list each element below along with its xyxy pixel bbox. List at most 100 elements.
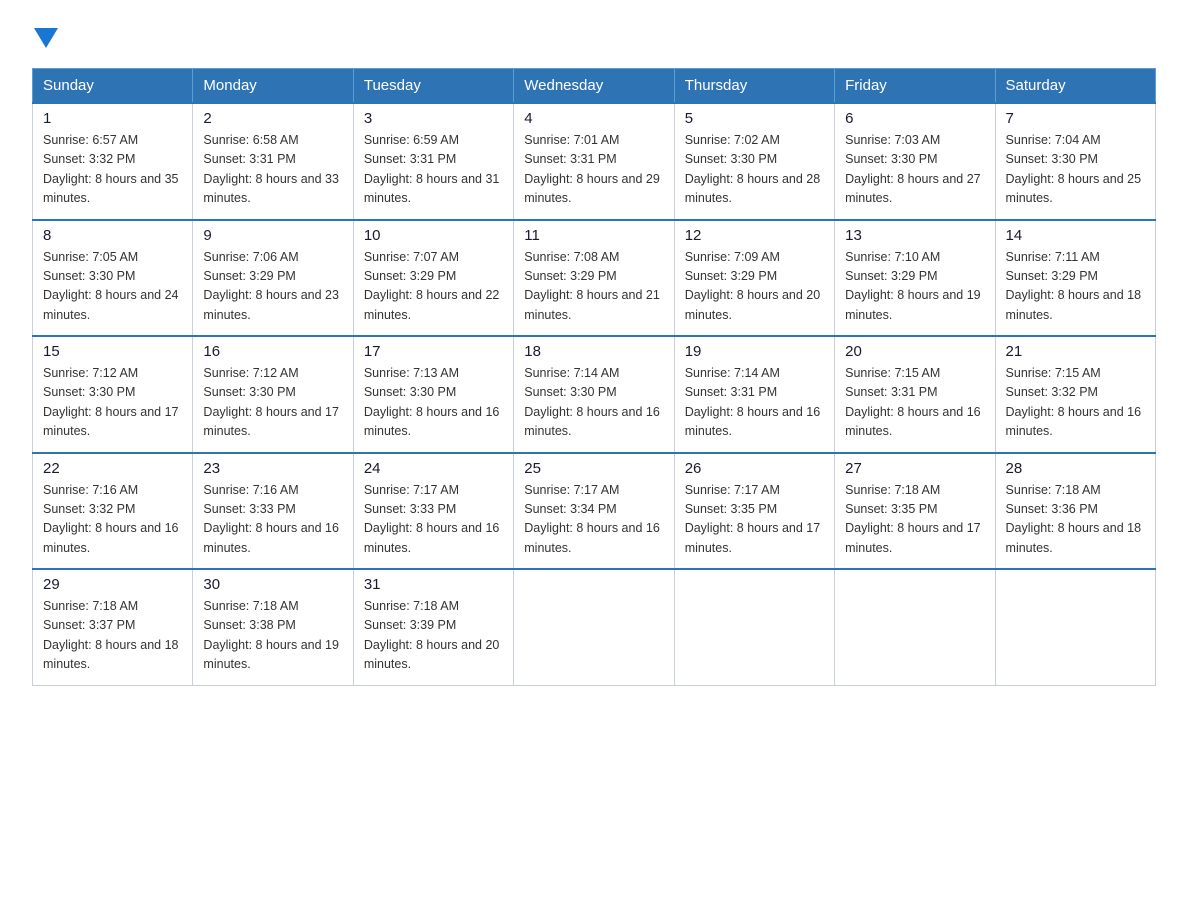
weekday-header-friday: Friday <box>835 69 995 104</box>
page-header <box>32 24 1156 48</box>
day-info: Sunrise: 6:59 AM Sunset: 3:31 PM Dayligh… <box>364 131 503 209</box>
day-number: 13 <box>845 227 984 244</box>
calendar-cell: 6 Sunrise: 7:03 AM Sunset: 3:30 PM Dayli… <box>835 103 995 220</box>
day-info: Sunrise: 6:57 AM Sunset: 3:32 PM Dayligh… <box>43 131 182 209</box>
calendar-cell: 27 Sunrise: 7:18 AM Sunset: 3:35 PM Dayl… <box>835 453 995 570</box>
day-info: Sunrise: 7:14 AM Sunset: 3:31 PM Dayligh… <box>685 364 824 442</box>
day-number: 6 <box>845 110 984 127</box>
day-number: 29 <box>43 576 182 593</box>
day-info: Sunrise: 7:07 AM Sunset: 3:29 PM Dayligh… <box>364 248 503 326</box>
calendar-cell: 26 Sunrise: 7:17 AM Sunset: 3:35 PM Dayl… <box>674 453 834 570</box>
day-info: Sunrise: 7:16 AM Sunset: 3:32 PM Dayligh… <box>43 481 182 559</box>
day-number: 14 <box>1006 227 1145 244</box>
day-info: Sunrise: 7:15 AM Sunset: 3:31 PM Dayligh… <box>845 364 984 442</box>
day-info: Sunrise: 7:17 AM Sunset: 3:34 PM Dayligh… <box>524 481 663 559</box>
day-info: Sunrise: 7:12 AM Sunset: 3:30 PM Dayligh… <box>203 364 342 442</box>
day-number: 20 <box>845 343 984 360</box>
day-number: 23 <box>203 460 342 477</box>
day-number: 11 <box>524 227 663 244</box>
day-info: Sunrise: 7:05 AM Sunset: 3:30 PM Dayligh… <box>43 248 182 326</box>
calendar-week-row: 22 Sunrise: 7:16 AM Sunset: 3:32 PM Dayl… <box>33 453 1156 570</box>
weekday-header-wednesday: Wednesday <box>514 69 674 104</box>
day-info: Sunrise: 7:18 AM Sunset: 3:38 PM Dayligh… <box>203 597 342 675</box>
calendar-cell: 28 Sunrise: 7:18 AM Sunset: 3:36 PM Dayl… <box>995 453 1155 570</box>
day-number: 7 <box>1006 110 1145 127</box>
calendar-cell: 10 Sunrise: 7:07 AM Sunset: 3:29 PM Dayl… <box>353 220 513 337</box>
weekday-header-monday: Monday <box>193 69 353 104</box>
calendar-cell: 23 Sunrise: 7:16 AM Sunset: 3:33 PM Dayl… <box>193 453 353 570</box>
day-info: Sunrise: 7:03 AM Sunset: 3:30 PM Dayligh… <box>845 131 984 209</box>
calendar-table: SundayMondayTuesdayWednesdayThursdayFrid… <box>32 68 1156 686</box>
calendar-cell: 30 Sunrise: 7:18 AM Sunset: 3:38 PM Dayl… <box>193 569 353 685</box>
day-number: 10 <box>364 227 503 244</box>
day-info: Sunrise: 7:17 AM Sunset: 3:35 PM Dayligh… <box>685 481 824 559</box>
day-number: 3 <box>364 110 503 127</box>
calendar-cell: 17 Sunrise: 7:13 AM Sunset: 3:30 PM Dayl… <box>353 336 513 453</box>
day-number: 9 <box>203 227 342 244</box>
day-info: Sunrise: 7:15 AM Sunset: 3:32 PM Dayligh… <box>1006 364 1145 442</box>
day-number: 1 <box>43 110 182 127</box>
calendar-week-row: 1 Sunrise: 6:57 AM Sunset: 3:32 PM Dayli… <box>33 103 1156 220</box>
day-info: Sunrise: 7:18 AM Sunset: 3:35 PM Dayligh… <box>845 481 984 559</box>
weekday-header-tuesday: Tuesday <box>353 69 513 104</box>
day-number: 17 <box>364 343 503 360</box>
calendar-cell <box>514 569 674 685</box>
day-info: Sunrise: 7:14 AM Sunset: 3:30 PM Dayligh… <box>524 364 663 442</box>
day-info: Sunrise: 7:18 AM Sunset: 3:36 PM Dayligh… <box>1006 481 1145 559</box>
day-info: Sunrise: 7:18 AM Sunset: 3:37 PM Dayligh… <box>43 597 182 675</box>
weekday-header-saturday: Saturday <box>995 69 1155 104</box>
logo-triangle-icon <box>34 28 58 48</box>
day-info: Sunrise: 7:18 AM Sunset: 3:39 PM Dayligh… <box>364 597 503 675</box>
day-number: 19 <box>685 343 824 360</box>
weekday-header-thursday: Thursday <box>674 69 834 104</box>
calendar-cell: 25 Sunrise: 7:17 AM Sunset: 3:34 PM Dayl… <box>514 453 674 570</box>
day-number: 27 <box>845 460 984 477</box>
day-number: 28 <box>1006 460 1145 477</box>
day-info: Sunrise: 7:13 AM Sunset: 3:30 PM Dayligh… <box>364 364 503 442</box>
day-info: Sunrise: 7:01 AM Sunset: 3:31 PM Dayligh… <box>524 131 663 209</box>
calendar-cell: 15 Sunrise: 7:12 AM Sunset: 3:30 PM Dayl… <box>33 336 193 453</box>
day-number: 4 <box>524 110 663 127</box>
calendar-cell: 8 Sunrise: 7:05 AM Sunset: 3:30 PM Dayli… <box>33 220 193 337</box>
calendar-cell: 24 Sunrise: 7:17 AM Sunset: 3:33 PM Dayl… <box>353 453 513 570</box>
day-number: 24 <box>364 460 503 477</box>
day-number: 22 <box>43 460 182 477</box>
calendar-cell: 11 Sunrise: 7:08 AM Sunset: 3:29 PM Dayl… <box>514 220 674 337</box>
calendar-cell: 12 Sunrise: 7:09 AM Sunset: 3:29 PM Dayl… <box>674 220 834 337</box>
calendar-cell: 31 Sunrise: 7:18 AM Sunset: 3:39 PM Dayl… <box>353 569 513 685</box>
day-info: Sunrise: 7:09 AM Sunset: 3:29 PM Dayligh… <box>685 248 824 326</box>
day-info: Sunrise: 7:06 AM Sunset: 3:29 PM Dayligh… <box>203 248 342 326</box>
calendar-cell: 16 Sunrise: 7:12 AM Sunset: 3:30 PM Dayl… <box>193 336 353 453</box>
calendar-header-row: SundayMondayTuesdayWednesdayThursdayFrid… <box>33 69 1156 104</box>
calendar-cell: 22 Sunrise: 7:16 AM Sunset: 3:32 PM Dayl… <box>33 453 193 570</box>
day-number: 18 <box>524 343 663 360</box>
weekday-header-sunday: Sunday <box>33 69 193 104</box>
calendar-cell: 4 Sunrise: 7:01 AM Sunset: 3:31 PM Dayli… <box>514 103 674 220</box>
day-number: 15 <box>43 343 182 360</box>
calendar-cell: 5 Sunrise: 7:02 AM Sunset: 3:30 PM Dayli… <box>674 103 834 220</box>
day-info: Sunrise: 7:17 AM Sunset: 3:33 PM Dayligh… <box>364 481 503 559</box>
day-number: 30 <box>203 576 342 593</box>
day-number: 12 <box>685 227 824 244</box>
day-number: 25 <box>524 460 663 477</box>
day-number: 26 <box>685 460 824 477</box>
day-info: Sunrise: 6:58 AM Sunset: 3:31 PM Dayligh… <box>203 131 342 209</box>
calendar-cell: 7 Sunrise: 7:04 AM Sunset: 3:30 PM Dayli… <box>995 103 1155 220</box>
day-number: 8 <box>43 227 182 244</box>
calendar-cell <box>674 569 834 685</box>
day-number: 31 <box>364 576 503 593</box>
calendar-cell: 18 Sunrise: 7:14 AM Sunset: 3:30 PM Dayl… <box>514 336 674 453</box>
day-number: 21 <box>1006 343 1145 360</box>
day-info: Sunrise: 7:08 AM Sunset: 3:29 PM Dayligh… <box>524 248 663 326</box>
calendar-cell: 9 Sunrise: 7:06 AM Sunset: 3:29 PM Dayli… <box>193 220 353 337</box>
day-info: Sunrise: 7:16 AM Sunset: 3:33 PM Dayligh… <box>203 481 342 559</box>
day-number: 5 <box>685 110 824 127</box>
calendar-cell: 13 Sunrise: 7:10 AM Sunset: 3:29 PM Dayl… <box>835 220 995 337</box>
day-info: Sunrise: 7:04 AM Sunset: 3:30 PM Dayligh… <box>1006 131 1145 209</box>
calendar-week-row: 15 Sunrise: 7:12 AM Sunset: 3:30 PM Dayl… <box>33 336 1156 453</box>
calendar-cell: 19 Sunrise: 7:14 AM Sunset: 3:31 PM Dayl… <box>674 336 834 453</box>
logo <box>32 24 58 48</box>
calendar-cell <box>835 569 995 685</box>
day-info: Sunrise: 7:12 AM Sunset: 3:30 PM Dayligh… <box>43 364 182 442</box>
calendar-cell: 29 Sunrise: 7:18 AM Sunset: 3:37 PM Dayl… <box>33 569 193 685</box>
